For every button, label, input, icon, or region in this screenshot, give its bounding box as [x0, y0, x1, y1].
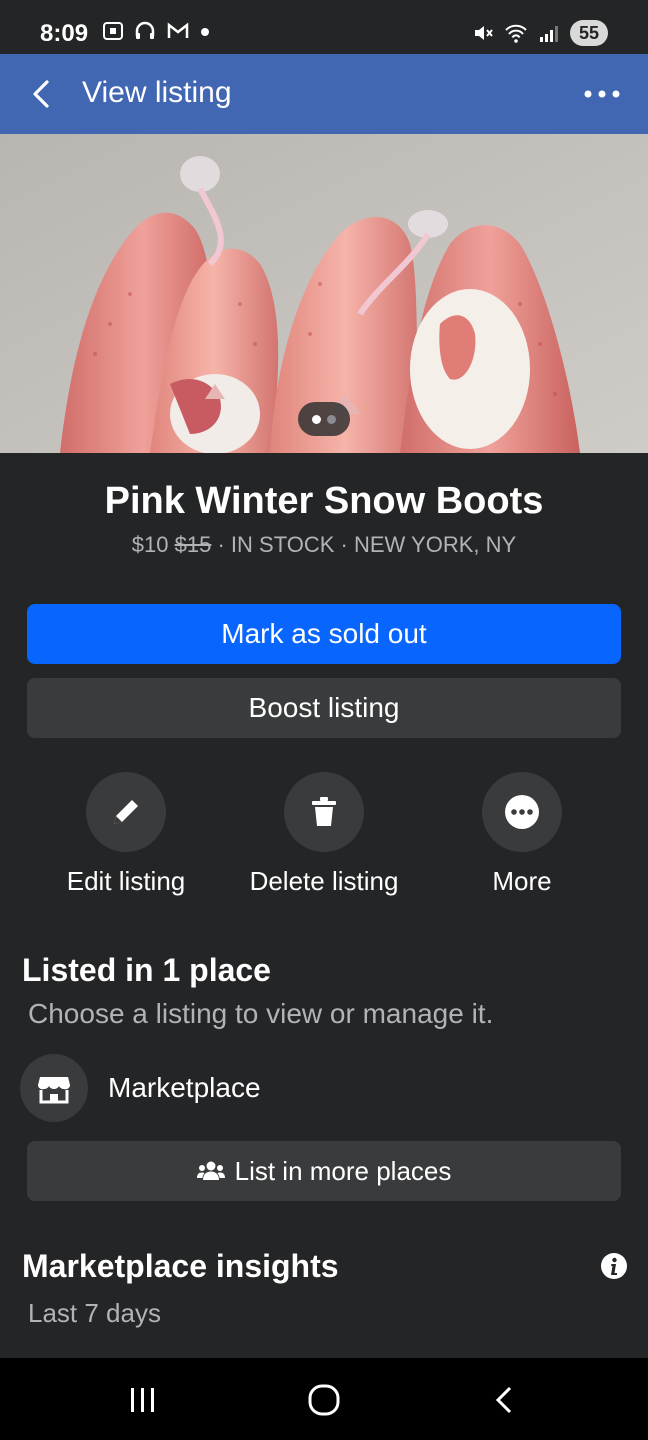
list-in-more-places-button[interactable]: List in more places — [27, 1141, 621, 1201]
app-bar: View listing — [0, 54, 648, 134]
wifi-icon — [505, 24, 527, 43]
places-subtitle: Choose a listing to view or manage it. — [28, 998, 494, 1029]
recents-icon[interactable] — [128, 1380, 158, 1420]
delete-listing-action[interactable]: Delete listing — [224, 772, 424, 897]
listing-location: NEW YORK, NY — [354, 532, 517, 557]
chevron-left-icon[interactable] — [22, 74, 62, 114]
list-in-more-places-label: List in more places — [234, 1155, 452, 1186]
delete-listing-label: Delete listing — [249, 866, 399, 896]
back-icon[interactable] — [488, 1380, 518, 1420]
people-icon — [196, 1161, 225, 1180]
photo-pager[interactable] — [298, 402, 350, 436]
edit-listing-action[interactable]: Edit listing — [26, 772, 226, 897]
edit-listing-label: Edit listing — [66, 866, 186, 896]
status-bar: 8:09 55 — [0, 0, 648, 54]
more-horizontal-icon[interactable] — [580, 74, 624, 114]
separator: · — [334, 532, 354, 557]
more-action[interactable]: More — [422, 772, 622, 897]
more-label: More — [492, 866, 552, 896]
place-item-marketplace[interactable]: Marketplace — [20, 1054, 261, 1122]
headphones-icon — [135, 21, 155, 39]
battery-icon: 55 — [570, 20, 608, 46]
marketplace-store-icon — [20, 1054, 88, 1122]
separator: · — [211, 532, 231, 557]
pager-dot-active — [312, 414, 321, 424]
mute-icon — [475, 26, 493, 40]
listing-title: Pink Winter Snow Boots — [104, 480, 544, 522]
page-title: View listing — [82, 76, 232, 109]
actions-row: Edit listing Delete listing More — [0, 772, 648, 912]
delete-listing-button[interactable] — [284, 772, 364, 852]
dot-icon — [201, 28, 209, 36]
listing-price: $10 — [131, 532, 169, 557]
stock-status: IN STOCK — [230, 532, 335, 557]
insights-title: Marketplace insights — [22, 1248, 339, 1284]
status-time: 8:09 — [40, 20, 89, 47]
listing-subtitle: $10 $15 · IN STOCK · NEW YORK, NY — [0, 532, 648, 558]
status-icons-left — [102, 20, 210, 42]
pager-dot — [327, 414, 336, 424]
place-label: Marketplace — [108, 1072, 261, 1103]
status-icons-right: 55 — [472, 20, 608, 46]
boost-listing-button[interactable]: Boost listing — [27, 678, 621, 738]
screenshot-icon — [103, 22, 123, 40]
edit-listing-button[interactable] — [86, 772, 166, 852]
listing-original-price: $15 — [174, 532, 212, 557]
home-icon[interactable] — [304, 1380, 344, 1420]
trash-icon — [312, 797, 336, 826]
more-button[interactable] — [482, 772, 562, 852]
signal-icon — [540, 26, 558, 42]
gmail-icon — [167, 22, 189, 38]
insights-subtitle: Last 7 days — [28, 1298, 161, 1328]
pencil-icon — [114, 800, 138, 824]
more-circle-icon — [505, 795, 539, 829]
places-title: Listed in 1 place — [22, 952, 271, 988]
mark-sold-out-button[interactable]: Mark as sold out — [27, 604, 621, 664]
system-nav-bar — [0, 1358, 648, 1440]
info-icon[interactable] — [600, 1252, 628, 1280]
